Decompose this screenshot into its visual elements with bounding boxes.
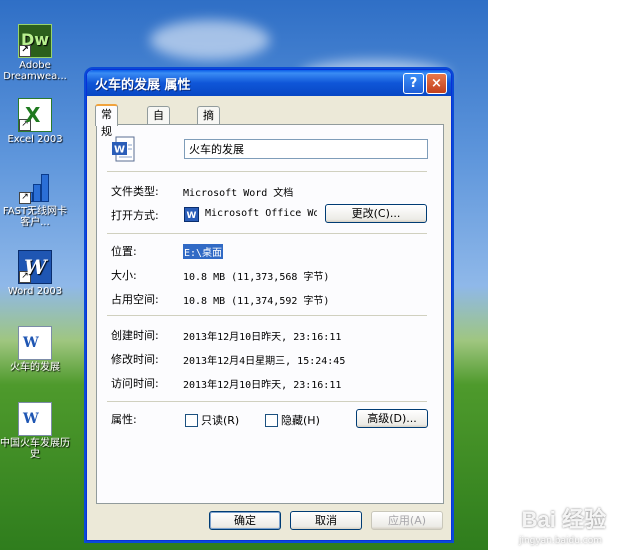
disk-size-label: 占用空间: [111, 293, 159, 306]
accessed-value: 2013年12月10日昨天, 23:16:11 [183, 380, 342, 391]
cancel-button[interactable]: 取消 [290, 511, 362, 530]
signal-bars-icon: ↗ [19, 172, 51, 204]
desktop-icon-dreamweaver[interactable]: Dw ↗ Adobe Dreamwea... [0, 24, 70, 82]
word-app-icon: W [184, 207, 199, 222]
created-label: 创建时间: [111, 329, 159, 342]
dreamweaver-icon: Dw ↗ [18, 24, 52, 58]
separator [107, 401, 427, 402]
cloud [150, 20, 270, 60]
desktop-icon-label: Word 2003 [7, 286, 63, 297]
word-document-icon [18, 402, 52, 436]
shortcut-arrow-icon: ↗ [19, 45, 31, 57]
file-name-input[interactable]: 火车的发展 [184, 139, 428, 159]
close-button[interactable]: × [426, 73, 447, 94]
properties-dialog: 火车的发展 属性 ? × 常规 自定义 摘要 W 火车的发展 文件类型: Mic… [86, 69, 452, 541]
ok-button[interactable]: 确定 [209, 511, 281, 530]
svg-text:W: W [114, 145, 125, 156]
word-icon: ↗ [18, 250, 52, 284]
attributes-label: 属性: [111, 413, 137, 426]
desktop-icon-label: FAST无线网卡客户... [2, 206, 68, 228]
disk-size-value: 10.8 MB (11,374,592 字节) [183, 296, 330, 307]
desktop-icon-label: 火车的发展 [10, 362, 60, 373]
open-with-label: 打开方式: [111, 209, 159, 222]
desktop-icon-word[interactable]: ↗ Word 2003 [0, 250, 70, 297]
word-document-icon: W [112, 136, 135, 162]
size-label: 大小: [111, 269, 137, 282]
location-label: 位置: [111, 245, 137, 258]
desktop-icon-train-doc[interactable]: 火车的发展 [0, 326, 70, 373]
excel-icon: ↗ [18, 98, 52, 132]
word-document-icon [18, 326, 52, 360]
desktop-icon-label: 中国火车发展历史 [0, 438, 70, 460]
tab-general[interactable]: 常规 [95, 104, 118, 138]
title-bar[interactable]: 火车的发展 属性 ? × [87, 70, 451, 96]
separator [107, 315, 427, 316]
desktop-icon-excel[interactable]: ↗ Excel 2003 [0, 98, 70, 145]
desktop-icon-label: Excel 2003 [7, 134, 63, 145]
tab-summary[interactable]: 摘要 [197, 106, 220, 139]
shortcut-arrow-icon: ↗ [19, 119, 31, 131]
separator [107, 171, 427, 172]
watermark-url: jingyan.baidu.com [518, 536, 602, 546]
desktop-icon-label: Adobe Dreamwea... [3, 60, 67, 82]
readonly-label[interactable]: 只读(R) [201, 412, 239, 428]
separator [107, 233, 427, 234]
general-panel: W 火车的发展 文件类型: Microsoft Word 文档 打开方式: W … [96, 124, 444, 504]
accessed-label: 访问时间: [111, 377, 159, 390]
advanced-button[interactable]: 高级(D)... [356, 409, 428, 428]
readonly-checkbox[interactable] [185, 414, 198, 427]
dialog-title: 火车的发展 属性 [95, 78, 191, 93]
open-with-value: Microsoft Office Wo [205, 208, 317, 219]
hidden-label[interactable]: 隐藏(H) [281, 412, 320, 428]
change-button[interactable]: 更改(C)... [325, 204, 427, 223]
desktop-icon-china-train-history[interactable]: 中国火车发展历史 [0, 402, 70, 460]
tab-custom[interactable]: 自定义 [147, 106, 170, 156]
desktop-icon-fast-wireless[interactable]: ↗ FAST无线网卡客户... [0, 172, 70, 228]
help-button[interactable]: ? [403, 73, 424, 94]
hidden-checkbox[interactable] [265, 414, 278, 427]
created-value: 2013年12月10日昨天, 23:16:11 [183, 332, 342, 343]
baidu-watermark: Bai 经验 [521, 507, 606, 532]
shortcut-arrow-icon: ↗ [19, 192, 31, 204]
svg-text:W: W [187, 211, 197, 221]
file-type-label: 文件类型: [111, 185, 159, 198]
apply-button[interactable]: 应用(A) [371, 511, 443, 530]
location-value[interactable]: E:\桌面 [183, 244, 224, 259]
size-value: 10.8 MB (11,373,568 字节) [183, 272, 330, 283]
modified-label: 修改时间: [111, 353, 159, 366]
file-type-value: Microsoft Word 文档 [183, 188, 294, 199]
shortcut-arrow-icon: ↗ [19, 271, 31, 283]
modified-value: 2013年12月4日星期三, 15:24:45 [183, 356, 346, 367]
